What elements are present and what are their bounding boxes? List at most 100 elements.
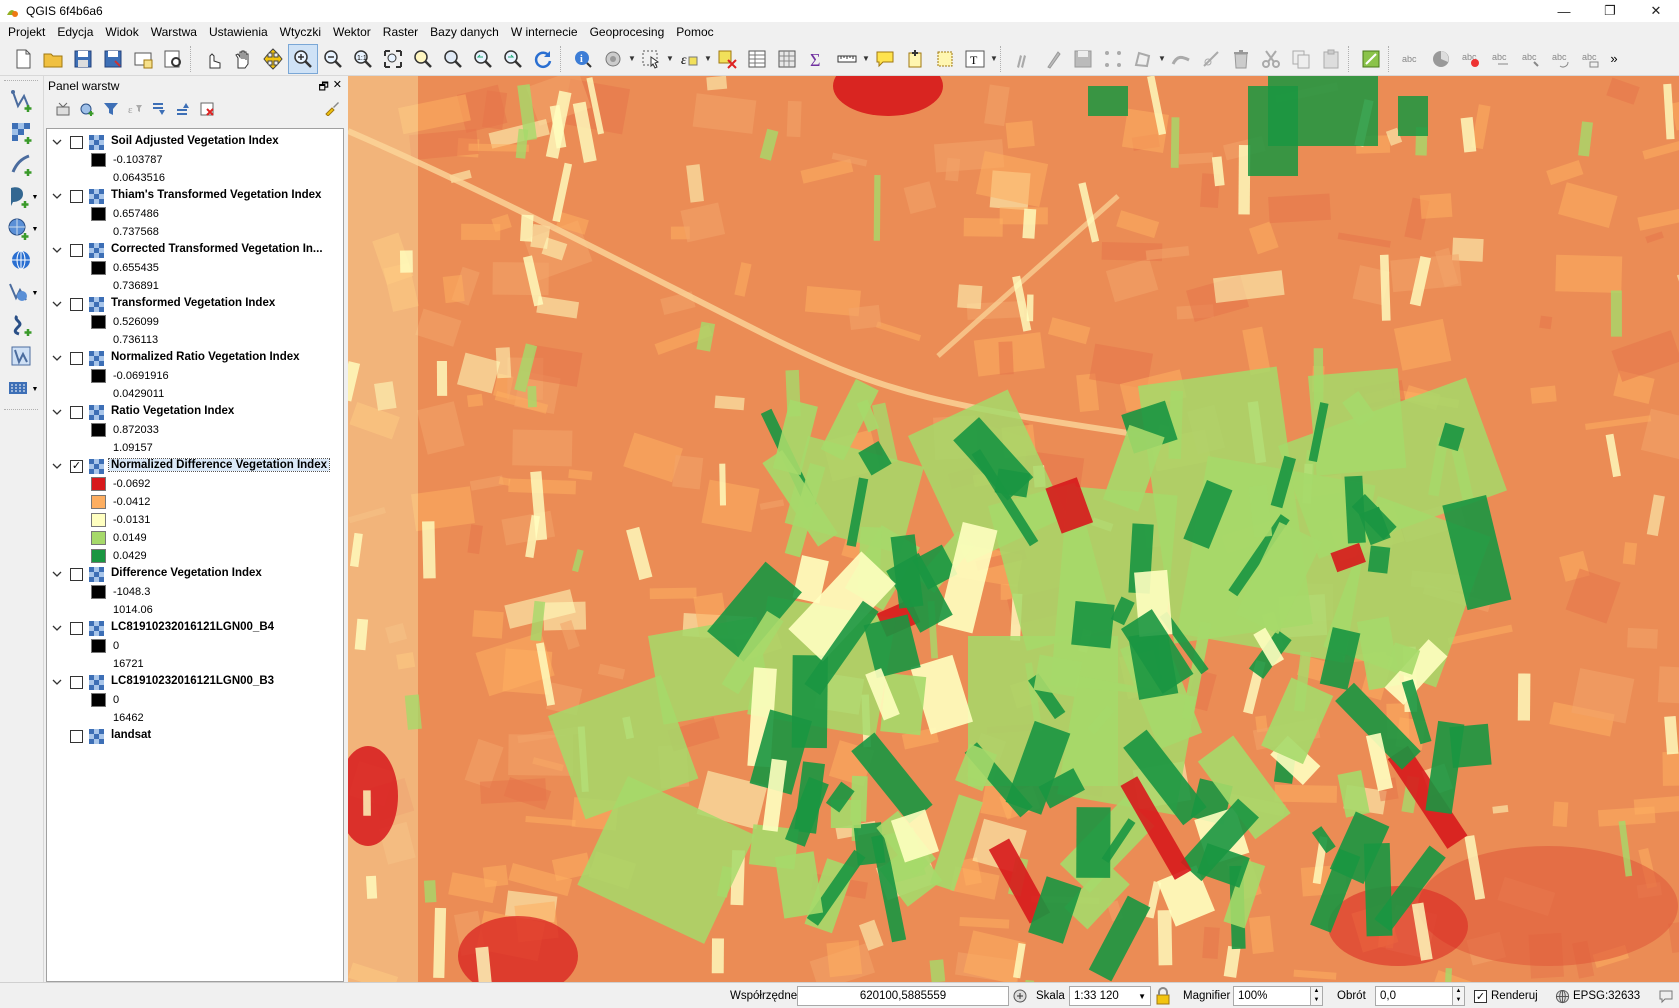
rotation-field[interactable]: 0,0 [1375,986,1453,1006]
layer-row[interactable]: Ratio Vegetation Index [47,403,343,421]
zoom-in-icon[interactable] [288,43,318,74]
save-as-icon[interactable] [98,44,128,74]
select-features-icon[interactable] [636,44,666,74]
expand-chevron-icon[interactable] [51,622,63,634]
expand-chevron-icon[interactable] [51,190,63,202]
change-label-icon[interactable]: abc [1576,44,1606,74]
copy-features-icon[interactable] [1286,44,1316,74]
layer-row[interactable]: Soil Adjusted Vegetation Index [47,133,343,151]
digitize-dropdown-icon[interactable]: ▼ [1158,54,1166,63]
menu-widok[interactable]: Widok [99,22,144,42]
layer-visibility-checkbox[interactable] [70,406,83,419]
expression-dropdown-icon[interactable]: ▼ [704,54,712,63]
measure-dropdown-icon[interactable]: ▼ [862,54,870,63]
zoom-full-icon[interactable] [378,44,408,74]
pan-to-selection-icon[interactable] [258,44,288,74]
toolbar-overflow-icon[interactable]: » [1606,44,1622,74]
select-by-expression-icon[interactable]: ε [674,44,704,74]
zoom-next-icon[interactable] [498,44,528,74]
scale-combobox[interactable]: 1:33 120 ▼ [1069,986,1151,1006]
layer-row[interactable]: Difference Vegetation Index [47,565,343,583]
layer-visibility-checkbox[interactable] [70,136,83,149]
rotation-spinner[interactable]: ▲ ▼ [1453,986,1465,1006]
collapse-all-icon[interactable] [174,100,192,118]
select-dropdown-icon[interactable]: ▼ [666,54,674,63]
scale-dropdown-icon[interactable]: ▼ [1138,992,1146,1001]
add-group-icon[interactable] [78,100,96,118]
menu-wtyczki[interactable]: Wtyczki [274,22,327,42]
action-icon[interactable] [598,44,628,74]
expand-chevron-icon[interactable] [51,676,63,688]
minimize-button[interactable]: — [1541,0,1587,22]
field-calculator-icon[interactable] [772,44,802,74]
annotation-dropdown-icon[interactable]: ▼ [990,54,998,63]
layer-row[interactable]: Normalized Ratio Vegetation Index [47,349,343,367]
add-raster-layer-icon[interactable] [2,117,42,149]
menu-w-internecie[interactable]: W internecie [505,22,584,42]
layer-visibility-checkbox[interactable] [70,244,83,257]
layer-row[interactable]: landsat [47,727,343,745]
label-tool-icon[interactable]: abc [1396,44,1426,74]
close-panel-icon[interactable]: ✕ [333,78,342,97]
attribute-table-icon[interactable] [742,44,772,74]
node-tool-icon[interactable] [1196,44,1226,74]
expand-chevron-icon[interactable] [51,568,63,580]
layer-visibility-checkbox[interactable] [70,352,83,365]
zoom-to-selection-icon[interactable] [408,44,438,74]
new-print-layout-icon[interactable] [128,44,158,74]
touch-zoom-icon[interactable] [198,44,228,74]
add-virtual-layer-icon[interactable] [2,341,42,373]
map-canvas[interactable] [348,76,1679,982]
toggle-editing-icon[interactable] [1038,44,1068,74]
new-project-icon[interactable] [8,44,38,74]
expand-chevron-icon[interactable] [51,460,63,472]
add-wcs-layer-icon[interactable] [2,245,42,277]
add-vector-layer-icon[interactable] [2,85,42,117]
menu-wektor[interactable]: Wektor [327,22,377,42]
map-tips-icon[interactable] [870,44,900,74]
crs-status[interactable]: EPSG:32633 [1555,983,1640,1008]
zoom-to-layer-icon[interactable] [438,44,468,74]
cut-features-icon[interactable] [1256,44,1286,74]
expand-chevron-icon[interactable] [51,244,63,256]
expand-all-icon[interactable] [150,100,168,118]
digitize-icon[interactable] [1098,44,1128,74]
layer-row[interactable]: LC81910232016121LGN00_B4 [47,619,343,637]
float-panel-icon[interactable]: 🗗 [318,78,328,97]
show-bookmarks-icon[interactable] [930,44,960,74]
zoom-native-icon[interactable]: 1:1 [348,44,378,74]
save-edits-icon[interactable] [1068,44,1098,74]
layer-styling-icon[interactable] [54,100,72,118]
paste-features-icon[interactable] [1316,44,1346,74]
rotate-label-icon[interactable]: abc [1546,44,1576,74]
identify-icon[interactable]: i [568,44,598,74]
menu-raster[interactable]: Raster [377,22,424,42]
plugin-icon[interactable] [1356,44,1386,74]
delete-selected-icon[interactable] [1226,44,1256,74]
layer-visibility-checkbox[interactable] [70,568,83,581]
extents-toggle-icon[interactable] [1012,983,1028,1008]
add-postgis-layer-icon[interactable]: ▼ [2,181,42,213]
zoom-out-icon[interactable] [318,44,348,74]
refresh-icon[interactable] [528,44,558,74]
menu-pomoc[interactable]: Pomoc [670,22,719,42]
add-polygon-icon[interactable] [1128,44,1158,74]
open-project-icon[interactable] [38,44,68,74]
menu-edycja[interactable]: Edycja [51,22,99,42]
layer-visibility-checkbox[interactable] [70,676,83,689]
close-button[interactable]: ✕ [1633,0,1679,22]
layer-visibility-checkbox[interactable] [70,190,83,203]
layer-visibility-checkbox[interactable] [70,298,83,311]
move-label-icon[interactable]: abc [1516,44,1546,74]
magnifier-field[interactable]: 100% [1233,986,1311,1006]
layer-row[interactable]: LC81910232016121LGN00_B3 [47,673,343,691]
filter-expression-icon[interactable]: ε [126,100,144,118]
messages-icon[interactable] [1658,983,1674,1008]
layer-row[interactable]: ✓ Normalized Difference Vegetation Index [47,457,343,475]
coordinates-field[interactable]: 620100,5885559 [797,986,1009,1006]
new-geopackage-icon[interactable]: ▼ [2,373,42,405]
menu-projekt[interactable]: Projekt [2,22,51,42]
measure-icon[interactable] [832,44,862,74]
layer-visibility-checkbox[interactable]: ✓ [70,460,83,473]
render-checkbox[interactable]: ✓ [1474,989,1487,1003]
